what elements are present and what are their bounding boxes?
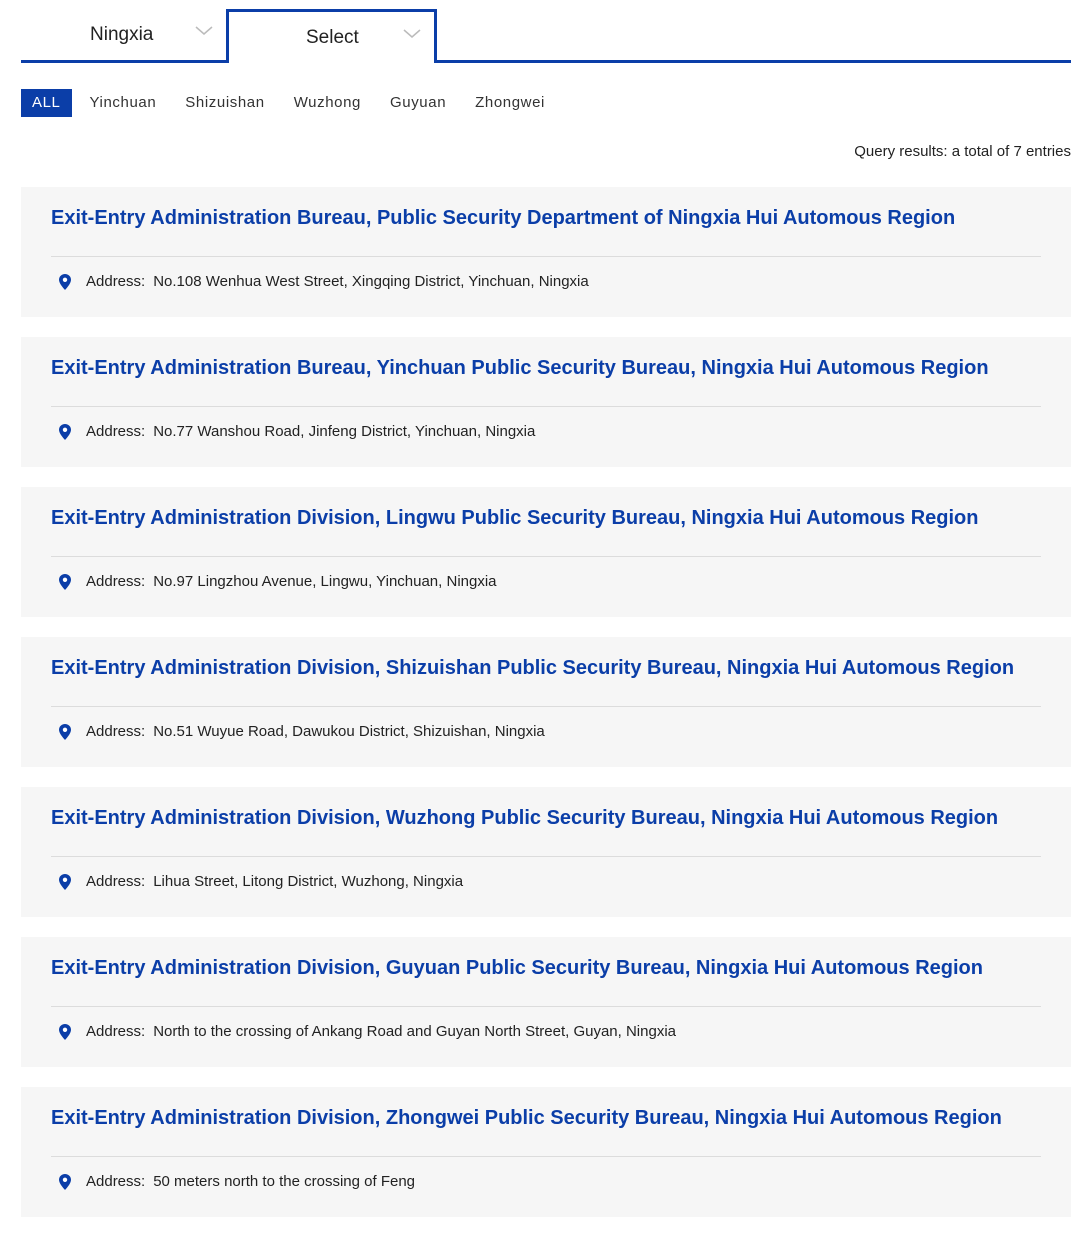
address-value: No.108 Wenhua West Street, Xingqing Dist… [153,273,589,290]
entry-address: Address: No.97 Lingzhou Avenue, Lingwu, … [58,573,497,590]
address-value: Lihua Street, Litong District, Wuzhong, … [153,873,464,890]
list-item: Exit-Entry Administration Bureau, Public… [21,187,1071,317]
chevron-down-icon [195,26,213,36]
filter-yinchuan[interactable]: Yinchuan [90,89,157,117]
address-label: Address: [86,1023,146,1040]
divider [51,406,1041,407]
list-item: Exit-Entry Administration Division, Ling… [21,487,1071,617]
filter-zhongwei[interactable]: Zhongwei [475,89,545,117]
divider [51,1156,1041,1157]
divider [51,706,1041,707]
filter-wuzhong[interactable]: Wuzhong [294,89,361,117]
province-dropdown[interactable]: Ningxia [21,12,226,60]
results-list: Exit-Entry Administration Bureau, Public… [21,187,1071,1237]
filter-all[interactable]: ALL [21,89,72,117]
list-item: Exit-Entry Administration Division, Guyu… [21,937,1071,1067]
list-item: Exit-Entry Administration Bureau, Yinchu… [21,337,1071,467]
address-label: Address: [86,1173,146,1190]
address-value: No.77 Wanshou Road, Jinfeng District, Yi… [153,423,536,440]
entry-address: Address: No.108 Wenhua West Street, Xing… [58,273,589,290]
entry-title-link[interactable]: Exit-Entry Administration Division, Wuzh… [51,807,998,830]
divider [51,256,1041,257]
divider [51,556,1041,557]
filter-shizuishan[interactable]: Shizuishan [185,89,264,117]
divider [51,856,1041,857]
address-value: No.51 Wuyue Road, Dawukou District, Shiz… [153,723,545,740]
city-dropdown-label: Select [306,27,359,48]
divider [51,1006,1041,1007]
filter-guyuan[interactable]: Guyuan [390,89,446,117]
location-pin-icon [59,273,71,290]
list-item: Exit-Entry Administration Division, Zhon… [21,1087,1071,1217]
location-pin-icon [59,423,71,440]
province-dropdown-label: Ningxia [90,24,154,45]
entry-title-link[interactable]: Exit-Entry Administration Bureau, Yinchu… [51,357,989,380]
entry-title-link[interactable]: Exit-Entry Administration Division, Shiz… [51,657,1014,680]
address-value: North to the crossing of Ankang Road and… [153,1023,676,1040]
entry-address: Address: Lihua Street, Litong District, … [58,873,463,890]
address-label: Address: [86,423,146,440]
location-pin-icon [59,1173,71,1190]
address-value: 50 meters north to the crossing of Feng [153,1173,416,1190]
location-pin-icon [59,873,71,890]
city-filter-bar: ALL Yinchuan Shizuishan Wuzhong Guyuan Z… [21,89,574,117]
entry-address: Address: 50 meters north to the crossing… [58,1173,415,1190]
chevron-down-icon [403,29,421,39]
entry-title-link[interactable]: Exit-Entry Administration Division, Zhon… [51,1107,1002,1130]
list-item: Exit-Entry Administration Division, Shiz… [21,637,1071,767]
address-value: No.97 Lingzhou Avenue, Lingwu, Yinchuan,… [153,573,497,590]
entry-address: Address: North to the crossing of Ankang… [58,1023,676,1040]
location-pin-icon [59,723,71,740]
entry-title-link[interactable]: Exit-Entry Administration Division, Guyu… [51,957,983,980]
entry-title-link[interactable]: Exit-Entry Administration Division, Ling… [51,507,979,530]
address-label: Address: [86,573,146,590]
address-label: Address: [86,273,146,290]
entry-address: Address: No.51 Wuyue Road, Dawukou Distr… [58,723,545,740]
page-container: Ningxia Select ALL Yinchuan Shizuishan W… [21,0,1071,1217]
region-selector-bar: Ningxia Select [21,0,1071,63]
list-item: Exit-Entry Administration Division, Wuzh… [21,787,1071,917]
entry-address: Address: No.77 Wanshou Road, Jinfeng Dis… [58,423,535,440]
address-label: Address: [86,873,146,890]
location-pin-icon [59,573,71,590]
address-label: Address: [86,723,146,740]
location-pin-icon [59,1023,71,1040]
query-results-count: Query results: a total of 7 entries [854,143,1071,160]
city-dropdown[interactable]: Select [226,9,437,63]
entry-title-link[interactable]: Exit-Entry Administration Bureau, Public… [51,207,955,230]
